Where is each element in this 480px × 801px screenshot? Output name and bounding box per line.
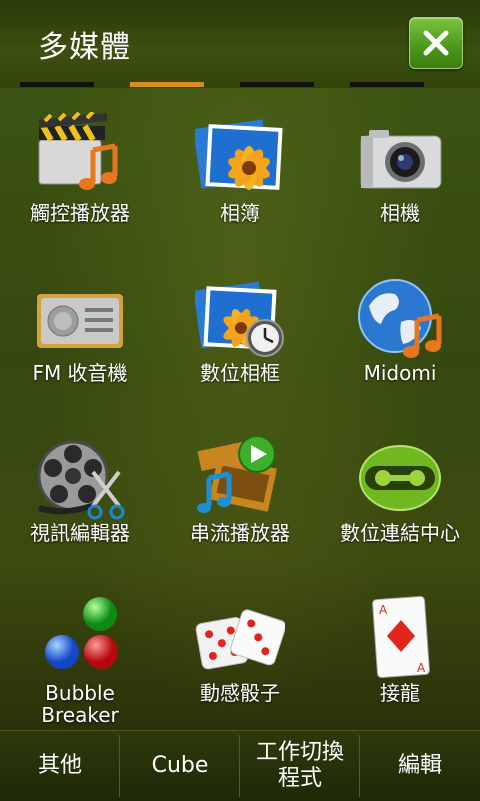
app-solitaire[interactable]: A A 接龍: [320, 580, 480, 740]
close-icon: [423, 30, 449, 56]
app-label: 數位相框: [200, 361, 280, 385]
cube-button[interactable]: Cube: [120, 731, 240, 801]
softkey-bar: 其他 Cube 工作切換 程式 編輯: [0, 730, 480, 801]
app-grid: 觸控播放器 相簿 相機 FM 收音機 數位相框 Midomi 視訊編輯器 串流播…: [0, 100, 480, 730]
midomi-icon: [358, 279, 442, 358]
app-bubble-breaker[interactable]: Bubble Breaker: [0, 580, 160, 740]
page-indicator-1[interactable]: [20, 82, 94, 87]
bubble-breaker-icon: [45, 597, 118, 669]
app-label: 串流播放器: [190, 521, 290, 545]
app-video-editor[interactable]: 視訊編輯器: [0, 420, 160, 580]
app-label: Midomi: [363, 361, 437, 385]
app-midomi[interactable]: Midomi: [320, 260, 480, 420]
page-title: 多媒體: [38, 30, 131, 65]
dice-icon: [195, 609, 285, 670]
digital-link-icon: [359, 445, 441, 511]
page-indicator-2[interactable]: [130, 82, 204, 87]
app-streaming-player[interactable]: 串流播放器: [160, 420, 320, 580]
app-label: Bubble Breaker: [41, 681, 119, 727]
app-digital-link-center[interactable]: 數位連結中心: [320, 420, 480, 580]
app-label: 觸控播放器: [30, 201, 130, 225]
app-label: 相簿: [220, 201, 260, 225]
page-indicator-3[interactable]: [240, 82, 314, 87]
app-dice[interactable]: 動感骰子: [160, 580, 320, 740]
solitaire-icon: A A: [372, 596, 430, 678]
video-editor-icon: [37, 440, 125, 520]
page-indicator: [0, 82, 480, 88]
photo-album-icon: [195, 119, 283, 190]
svg-text:A: A: [379, 603, 388, 617]
svg-text:A: A: [417, 661, 426, 675]
app-photo-album[interactable]: 相簿: [160, 100, 320, 260]
other-button[interactable]: 其他: [0, 731, 120, 801]
header: 多媒體: [0, 0, 480, 88]
app-camera[interactable]: 相機: [320, 100, 480, 260]
app-label: 接龍: [380, 681, 420, 705]
app-label: 視訊編輯器: [30, 521, 130, 545]
app-label: 相機: [380, 201, 420, 225]
edit-button[interactable]: 編輯: [360, 731, 480, 801]
fm-radio-icon: [37, 294, 123, 348]
app-label: 動感骰子: [200, 681, 280, 705]
streaming-player-icon: [197, 435, 277, 513]
app-digital-frame[interactable]: 數位相框: [160, 260, 320, 420]
task-switcher-button[interactable]: 工作切換 程式: [240, 731, 360, 801]
music-player-icon: [38, 112, 118, 190]
screen: 多媒體 觸控播放器 相簿 相機 FM 收音機 數位相框 Midomi 視訊編輯器…: [0, 0, 480, 801]
page-indicator-4[interactable]: [350, 82, 424, 87]
camera-icon: [360, 130, 442, 189]
app-label: 數位連結中心: [340, 521, 460, 545]
app-label: FM 收音機: [32, 361, 128, 385]
close-button[interactable]: [409, 17, 463, 69]
app-music-player[interactable]: 觸控播放器: [0, 100, 160, 260]
digital-frame-icon: [195, 281, 284, 357]
app-fm-radio[interactable]: FM 收音機: [0, 260, 160, 420]
